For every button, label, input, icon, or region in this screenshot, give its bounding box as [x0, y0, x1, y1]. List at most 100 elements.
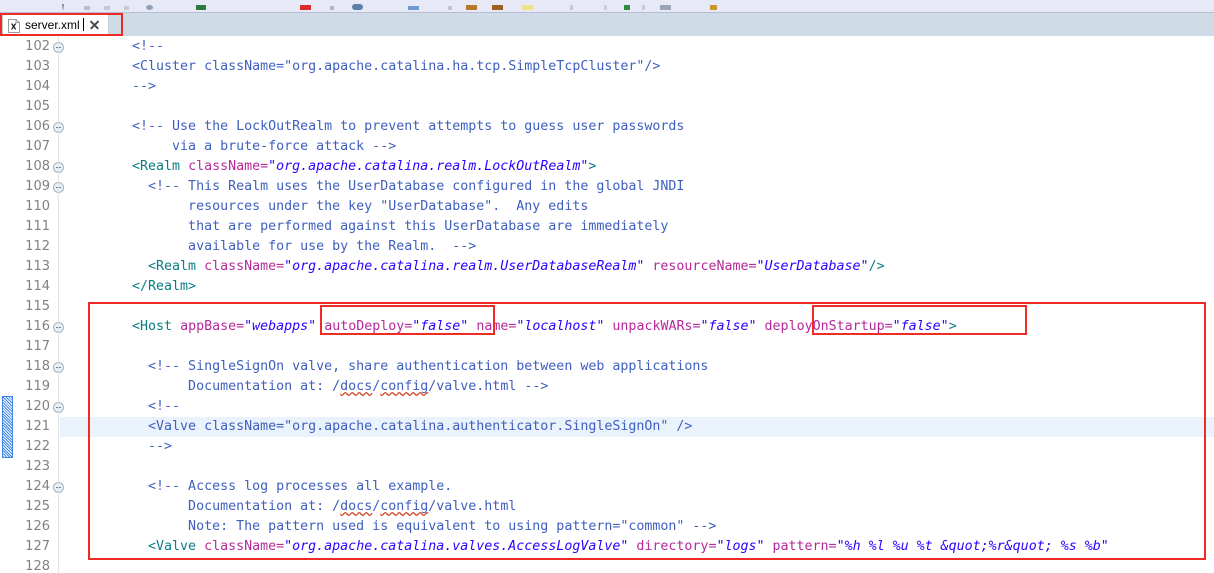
code-line[interactable]: 122 -->: [0, 437, 1214, 457]
save-icon[interactable]: [196, 5, 206, 10]
code-token-tag: >: [948, 319, 957, 334]
code-line[interactable]: 108 <Realm className="org.apache.catalin…: [0, 157, 1214, 177]
change-bar-gutter: [0, 36, 14, 573]
code-line[interactable]: 125 Documentation at: /docs/config/valve…: [0, 497, 1214, 517]
code-token-val: "false": [412, 319, 469, 334]
code-token-cmt: /valve.html: [428, 499, 517, 514]
code-text: <!-- Access log processes all example.: [100, 477, 452, 497]
code-line[interactable]: 111 that are performed against this User…: [0, 217, 1214, 237]
code-token-attr: autoDeploy=: [324, 319, 413, 334]
code-token-cmt: config: [380, 379, 429, 394]
arrow-icon[interactable]: [604, 5, 607, 10]
code-text: </Realm>: [100, 277, 196, 297]
tab-text-caret: [82, 18, 84, 31]
code-text: <Valve className="org.apache.catalina.va…: [100, 537, 1109, 557]
code-line[interactable]: 116 <Host appBase="webapps" autoDeploy="…: [0, 317, 1214, 337]
code-line[interactable]: 106 <!-- Use the LockOutRealm to prevent…: [0, 117, 1214, 137]
code-token-cmt: docs: [340, 379, 373, 394]
code-token-val: "org.apache.catalina.realm.UserDatabaseR…: [284, 259, 645, 274]
code-text: <Host appBase="webapps" autoDeploy="fals…: [100, 317, 957, 337]
terminal-icon[interactable]: [330, 6, 334, 10]
code-line[interactable]: 104 -->: [0, 77, 1214, 97]
folder-open-icon[interactable]: [492, 5, 503, 10]
code-line[interactable]: 109 <!-- This Realm uses the UserDatabas…: [0, 177, 1214, 197]
code-token-cmt: <!-- Access log processes all example.: [100, 479, 453, 494]
close-icon[interactable]: [89, 19, 100, 30]
code-token-cmt: config: [380, 499, 429, 514]
new-icon[interactable]: [448, 6, 452, 10]
code-token-attr: name=: [476, 319, 517, 334]
gutter-separator: [58, 36, 59, 573]
code-token-cmt: -->: [100, 439, 173, 454]
code-token-cmt: <Cluster className="org.apache.catalina.…: [100, 59, 661, 74]
code-line[interactable]: 107 via a brute-force attack -->: [0, 137, 1214, 157]
folder-icon[interactable]: [466, 5, 477, 10]
globe-icon[interactable]: [352, 4, 363, 10]
browser-icon[interactable]: [408, 6, 419, 10]
code-text: <Realm className="org.apache.catalina.re…: [100, 257, 885, 277]
stop-icon[interactable]: [300, 5, 311, 10]
code-text: <Valve className="org.apache.catalina.au…: [100, 417, 692, 437]
tab-label: server.xml: [25, 17, 80, 32]
change-bar-marker: [2, 396, 13, 458]
code-text: available for use by the Realm. -->: [100, 237, 476, 257]
code-token-cmt: <!-- Use the LockOutRealm to prevent att…: [100, 119, 685, 134]
profile-icon[interactable]: [124, 6, 129, 10]
code-line[interactable]: 103 <Cluster className="org.apache.catal…: [0, 57, 1214, 77]
code-line[interactable]: 123: [0, 457, 1214, 477]
code-token-attr: resourceName=: [652, 259, 757, 274]
code-line[interactable]: 128: [0, 557, 1214, 573]
tab-server-xml[interactable]: X server.xml: [2, 13, 109, 35]
code-line[interactable]: 113 <Realm className="org.apache.catalin…: [0, 257, 1214, 277]
code-line[interactable]: 124 <!-- Access log processes all exampl…: [0, 477, 1214, 497]
search-icon[interactable]: [146, 5, 153, 10]
code-text: -->: [100, 77, 156, 97]
code-token-val: "false": [700, 319, 757, 334]
code-token-attr: appBase=: [180, 319, 245, 334]
code-text: that are performed against this UserData…: [100, 217, 668, 237]
code-token-attr: directory=: [636, 539, 717, 554]
debug-icon[interactable]: [104, 6, 110, 10]
run-icon[interactable]: [84, 6, 90, 10]
code-line[interactable]: 118 <!-- SingleSignOn valve, share authe…: [0, 357, 1214, 377]
code-line[interactable]: 120 <!--: [0, 397, 1214, 417]
table-icon[interactable]: [660, 5, 671, 10]
code-token-val: "%h %l %u %t &quot;%r&quot; %s %b": [836, 539, 1109, 554]
code-line[interactable]: 114 </Realm>: [0, 277, 1214, 297]
code-token-cmt: <Valve className="org.apache.catalina.au…: [100, 419, 693, 434]
code-line[interactable]: 102 <!--: [0, 37, 1214, 57]
toolbar-strip: [0, 0, 1214, 13]
code-token-cmt: docs: [340, 499, 373, 514]
code-line[interactable]: 119 Documentation at: /docs/config/valve…: [0, 377, 1214, 397]
code-line[interactable]: 117: [0, 337, 1214, 357]
code-line[interactable]: 115: [0, 297, 1214, 317]
code-token-val: "false": [892, 319, 949, 334]
code-text: Note: The pattern used is equivalent to …: [100, 517, 716, 537]
code-line[interactable]: 127 <Valve className="org.apache.catalin…: [0, 537, 1214, 557]
code-text: <Realm className="org.apache.catalina.re…: [100, 157, 596, 177]
bookmark-icon[interactable]: [710, 5, 717, 10]
code-line[interactable]: 126 Note: The pattern used is equivalent…: [0, 517, 1214, 537]
code-token-val: "UserDatabase": [756, 259, 869, 274]
code-token-tag: </Realm>: [100, 279, 197, 294]
code-token-attr: className=: [204, 539, 285, 554]
xml-file-icon: X: [8, 18, 20, 33]
code-token-attr: className=: [204, 259, 285, 274]
pin-icon[interactable]: [570, 5, 573, 10]
code-token-attr: pattern=: [772, 539, 837, 554]
check-icon[interactable]: [624, 5, 630, 10]
code-token-tag: <Valve: [100, 539, 205, 554]
code-line[interactable]: 105: [0, 97, 1214, 117]
code-line[interactable]: 112 available for use by the Realm. -->: [0, 237, 1214, 257]
note-icon[interactable]: [522, 5, 533, 10]
code-text: -->: [100, 437, 172, 457]
sort-icon[interactable]: [642, 5, 645, 10]
code-token-attr: unpackWARs=: [612, 319, 701, 334]
code-line[interactable]: 110 resources under the key "UserDatabas…: [0, 197, 1214, 217]
code-token-val: "localhost": [516, 319, 605, 334]
code-editor[interactable]: 102 <!-- 103 <Cluster className="org.apac…: [0, 36, 1214, 573]
code-token-cmt: that are performed against this UserData…: [100, 219, 669, 234]
cursor-icon[interactable]: [62, 4, 64, 10]
code-line[interactable]: 121 <Valve className="org.apache.catalin…: [0, 417, 1214, 437]
